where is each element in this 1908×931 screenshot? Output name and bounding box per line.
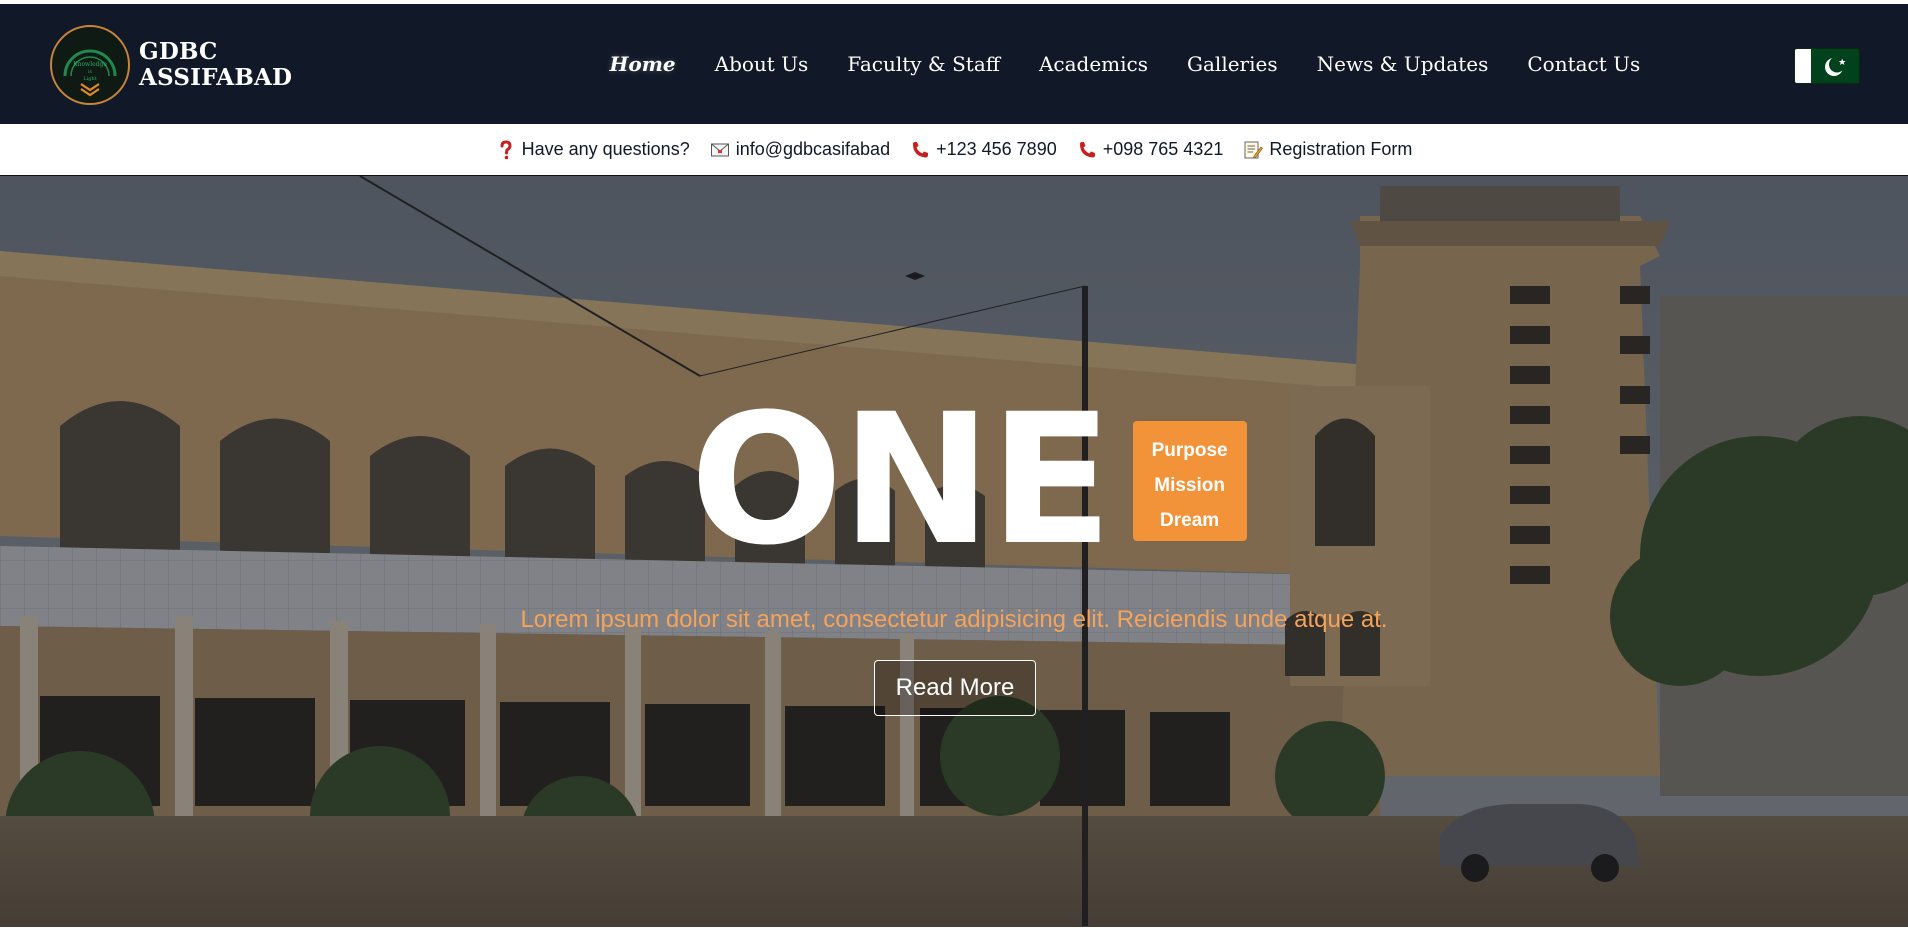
svg-text:is: is [88, 69, 93, 75]
svg-text:Knowledge: Knowledge [73, 61, 107, 68]
nav-contact-us[interactable]: Contact Us [1508, 52, 1660, 76]
hero-tag-purpose: Purpose [1151, 439, 1228, 461]
brand-line-2: ASSIFABAD [139, 64, 293, 91]
bottom-edge [0, 927, 1908, 931]
brand-line-1: GDBC [139, 38, 218, 65]
questions-text: Have any questions? [521, 139, 690, 159]
hero-tag-box: Purpose Mission Dream [1132, 421, 1247, 541]
memo-icon [1244, 141, 1264, 158]
email-text: info@gdbcasifabad [735, 139, 891, 159]
nav-faculty-staff[interactable]: Faculty & Staff [828, 52, 1020, 76]
crescent-star-icon [1825, 56, 1846, 76]
phone-2-text: +098 765 4321 [1102, 139, 1224, 159]
phone-link-1[interactable]: +123 456 7890 [910, 139, 1057, 160]
phone-link-2[interactable]: +098 765 4321 [1077, 139, 1224, 160]
college-seal-logo: Knowledge is Light [50, 25, 130, 105]
nav-academics[interactable]: Academics [1019, 52, 1167, 76]
question-mark-icon [500, 139, 512, 159]
envelope-icon [710, 143, 729, 156]
registration-form-link[interactable]: Registration Form [1243, 139, 1412, 160]
nav-galleries[interactable]: Galleries [1168, 52, 1298, 76]
phone-1-text: +123 456 7890 [936, 139, 1057, 159]
hero-tag-dream: Dream [1160, 509, 1220, 531]
questions-link[interactable]: Have any questions? [496, 139, 690, 160]
read-more-button[interactable]: Read More [874, 660, 1036, 716]
nav-news-updates[interactable]: News & Updates [1297, 52, 1508, 76]
brand-home-link[interactable]: Knowledge is Light GDBC ASSIFABAD [49, 24, 292, 106]
hero-title: ONE [690, 376, 1113, 585]
contact-info-bar: Have any questions? info@gdbcasifabad +1… [0, 124, 1908, 176]
nav-home[interactable]: Home [590, 52, 695, 76]
nav-about-us[interactable]: About Us [695, 52, 828, 76]
telephone-icon [913, 141, 929, 157]
pakistan-flag-icon[interactable] [1794, 48, 1860, 84]
telephone-icon [1079, 141, 1095, 157]
hero-banner: ONE Purpose Mission Dream Lorem ipsum do… [0, 176, 1908, 927]
registration-form-text: Registration Form [1269, 139, 1413, 159]
brand-name: GDBC ASSIFABAD [139, 39, 292, 91]
hero-subtext: Lorem ipsum dolor sit amet, consectetur … [520, 606, 1388, 633]
hero-tag-mission: Mission [1154, 474, 1225, 496]
email-link[interactable]: info@gdbcasifabad [710, 139, 890, 160]
hero-headline: ONE Purpose Mission Dream [690, 391, 1247, 571]
main-navbar: Knowledge is Light GDBC ASSIFABAD Home A… [0, 4, 1908, 124]
primary-nav: Home About Us Faculty & Staff Academics … [590, 4, 1660, 124]
svg-text:Light: Light [83, 76, 96, 82]
